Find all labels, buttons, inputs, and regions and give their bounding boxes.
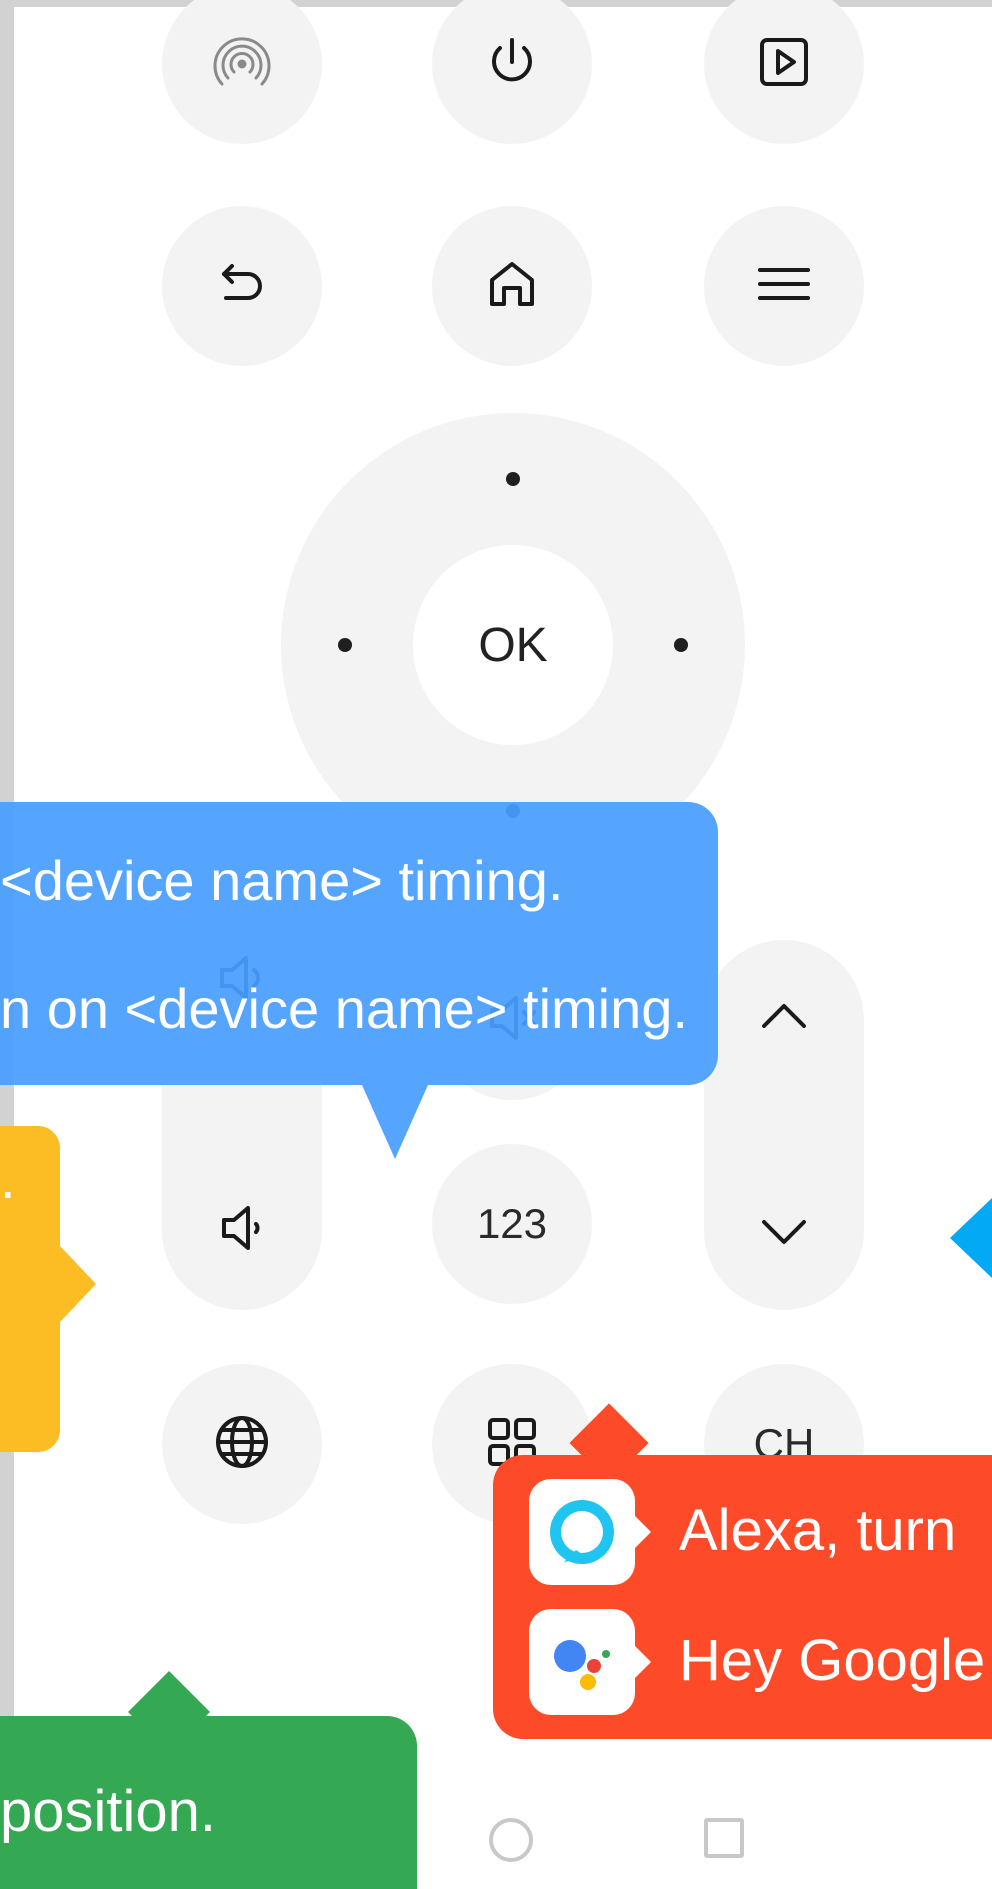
channel-pill bbox=[704, 940, 864, 1310]
alexa-icon bbox=[529, 1479, 635, 1585]
dpad-right[interactable] bbox=[674, 638, 688, 652]
cast-icon bbox=[212, 32, 272, 97]
yellow-tooltip-tail bbox=[60, 1246, 96, 1322]
input-source-icon bbox=[754, 32, 814, 97]
blue-tooltip-line-2: n on <device name> timing. bbox=[0, 977, 688, 1040]
cast-button[interactable] bbox=[162, 0, 322, 144]
ok-button[interactable]: OK bbox=[413, 545, 613, 745]
menu-icon bbox=[754, 254, 814, 319]
google-assistant-icon bbox=[529, 1609, 635, 1715]
yellow-tooltip-text: . bbox=[0, 1147, 16, 1210]
volume-down-icon bbox=[212, 1198, 272, 1263]
channel-down-icon bbox=[754, 1202, 814, 1267]
cyan-tooltip-tail bbox=[950, 1198, 992, 1278]
dpad-left[interactable] bbox=[338, 638, 352, 652]
google-pointer bbox=[633, 1644, 651, 1680]
power-icon bbox=[482, 32, 542, 97]
back-button[interactable] bbox=[162, 206, 322, 366]
nav-recents-button[interactable] bbox=[704, 1818, 744, 1858]
volume-down-button[interactable] bbox=[162, 1190, 322, 1270]
green-tooltip: position. bbox=[0, 1670, 417, 1889]
menu-button[interactable] bbox=[704, 206, 864, 366]
channel-up-button[interactable] bbox=[704, 978, 864, 1058]
blue-tooltip: <device name> timing. n on <device name>… bbox=[0, 802, 718, 1159]
green-tooltip-tail bbox=[127, 1670, 211, 1754]
green-tooltip-text: position. bbox=[0, 1779, 217, 1844]
input-source-button[interactable] bbox=[704, 0, 864, 144]
alexa-pointer bbox=[633, 1514, 651, 1550]
globe-button[interactable] bbox=[162, 1364, 322, 1524]
yellow-tooltip: . bbox=[0, 1126, 96, 1452]
red-tooltip: Alexa, turn Hey Google bbox=[493, 1403, 992, 1739]
google-command-text: Hey Google bbox=[679, 1628, 986, 1693]
dpad-up[interactable] bbox=[506, 472, 520, 486]
power-button[interactable] bbox=[432, 0, 592, 144]
nav-home-button[interactable] bbox=[489, 1818, 533, 1862]
home-icon bbox=[482, 254, 542, 319]
alexa-command-text: Alexa, turn bbox=[679, 1498, 957, 1563]
channel-down-button[interactable] bbox=[704, 1194, 864, 1274]
globe-icon bbox=[212, 1412, 272, 1477]
back-icon bbox=[212, 254, 272, 319]
numbers-label: 123 bbox=[476, 1200, 548, 1247]
home-button[interactable] bbox=[432, 206, 592, 366]
blue-tooltip-tail bbox=[362, 1085, 428, 1159]
numbers-button[interactable]: 123 bbox=[432, 1144, 592, 1304]
blue-tooltip-line-1: <device name> timing. bbox=[0, 849, 564, 912]
channel-up-icon bbox=[754, 986, 814, 1051]
